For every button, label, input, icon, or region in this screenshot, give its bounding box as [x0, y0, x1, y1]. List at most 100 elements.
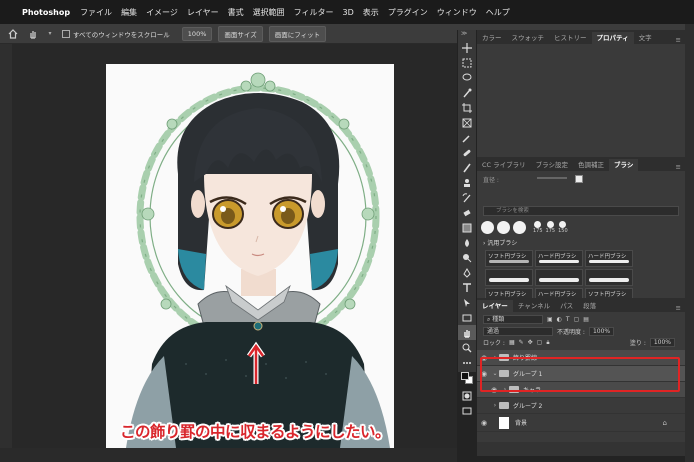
- pen-tool-icon[interactable]: [458, 265, 476, 280]
- brush-tip-large[interactable]: [481, 220, 494, 234]
- type-tool-icon[interactable]: [458, 280, 476, 295]
- foreground-color-swatch[interactable]: [461, 372, 469, 380]
- more-tools-icon[interactable]: [458, 355, 476, 370]
- brush-panel-menu-icon[interactable]: ≡: [676, 163, 685, 171]
- screen-mode-icon[interactable]: [458, 403, 476, 418]
- menu-window[interactable]: ウィンドウ: [437, 7, 477, 18]
- document-canvas[interactable]: [106, 64, 394, 448]
- dodge-tool-icon[interactable]: [458, 250, 476, 265]
- tab-layers[interactable]: レイヤー: [477, 300, 513, 312]
- lock-artboard-icon[interactable]: ▢: [537, 339, 543, 346]
- tab-paragraph[interactable]: 段落: [578, 300, 601, 312]
- brush-tip-large[interactable]: [497, 220, 510, 234]
- brush-search-input[interactable]: ブラシを検索: [483, 206, 679, 216]
- zoom-100-button[interactable]: 100%: [181, 26, 213, 41]
- layer-row[interactable]: ◉ 背景 ⌂: [477, 414, 685, 432]
- tab-brushes[interactable]: ブラシ: [609, 159, 639, 171]
- filter-shape-icon[interactable]: ▢: [574, 316, 580, 323]
- layer-row[interactable]: ◉ › グループ 2: [477, 398, 685, 414]
- tab-character[interactable]: 文字: [634, 32, 657, 44]
- marquee-tool-icon[interactable]: [458, 55, 476, 70]
- tab-history[interactable]: ヒストリー: [549, 32, 592, 44]
- hand-tool-icon[interactable]: [26, 27, 40, 41]
- menu-image[interactable]: イメージ: [146, 7, 178, 18]
- zoom-tool-icon[interactable]: [458, 340, 476, 355]
- brush-preset[interactable]: ハード円ブラシ: [585, 250, 633, 267]
- fill-field[interactable]: 100%: [649, 338, 675, 347]
- tab-color[interactable]: カラー: [477, 32, 507, 44]
- visibility-eye-icon[interactable]: ◉: [477, 419, 491, 427]
- layer-filter-select[interactable]: ⌕ 種類: [483, 314, 543, 324]
- quick-mask-icon[interactable]: [458, 388, 476, 403]
- brush-preset[interactable]: [485, 269, 533, 286]
- tab-adjustments[interactable]: 色調補正: [573, 159, 609, 171]
- path-selection-tool-icon[interactable]: [458, 295, 476, 310]
- new-brush-icon[interactable]: [575, 175, 583, 183]
- frame-tool-icon[interactable]: [458, 115, 476, 130]
- healing-brush-tool-icon[interactable]: [458, 145, 476, 160]
- expand-chevron-icon[interactable]: ›: [491, 402, 499, 409]
- home-icon[interactable]: [6, 27, 20, 41]
- brush-tool-icon[interactable]: [458, 160, 476, 175]
- tab-channels[interactable]: チャンネル: [513, 300, 555, 312]
- brush-preset[interactable]: ハード円ブラシ: [535, 250, 583, 267]
- tab-swatches[interactable]: スウォッチ: [507, 32, 550, 44]
- menu-filter[interactable]: フィルター: [294, 7, 334, 18]
- canvas-area[interactable]: この飾り罫の中に収まるようにしたい。: [12, 44, 457, 448]
- layers-panel-menu-icon[interactable]: ≡: [676, 304, 685, 312]
- app-menu[interactable]: Photoshop: [22, 8, 70, 17]
- tool-preset-chevron-icon[interactable]: ▾: [46, 27, 54, 41]
- fit-screen-button[interactable]: 画面サイズ: [218, 25, 263, 42]
- filter-adjust-icon[interactable]: ◐: [557, 316, 562, 323]
- opacity-field[interactable]: 100%: [588, 327, 615, 336]
- brush-size-slider[interactable]: [537, 177, 567, 179]
- menu-help[interactable]: ヘルプ: [486, 7, 510, 18]
- brush-preset[interactable]: ソフト円ブラシ: [485, 250, 533, 267]
- fill-screen-button[interactable]: 画面にフィット: [268, 25, 327, 42]
- menu-select[interactable]: 選択範囲: [253, 7, 285, 18]
- visibility-eye-icon[interactable]: ◉: [477, 402, 491, 410]
- lock-position-icon[interactable]: ✥: [528, 339, 533, 346]
- brush-preset[interactable]: [535, 269, 583, 286]
- tab-properties[interactable]: プロパティ: [591, 32, 634, 44]
- menu-view[interactable]: 表示: [363, 7, 379, 18]
- menu-plugins[interactable]: プラグイン: [388, 7, 428, 18]
- clone-stamp-tool-icon[interactable]: [458, 175, 476, 190]
- blend-mode-select[interactable]: 通過: [483, 327, 553, 336]
- lasso-tool-icon[interactable]: [458, 70, 476, 85]
- crop-tool-icon[interactable]: [458, 100, 476, 115]
- shape-tool-icon[interactable]: [458, 310, 476, 325]
- filter-type-icon[interactable]: T: [566, 316, 570, 323]
- tab-brush-settings[interactable]: ブラシ設定: [531, 159, 573, 171]
- filter-smart-icon[interactable]: ▤: [583, 316, 589, 323]
- lock-all-icon[interactable]: 🔒︎: [546, 339, 549, 347]
- eyedropper-tool-icon[interactable]: [458, 130, 476, 145]
- menu-file[interactable]: ファイル: [80, 7, 112, 18]
- brush-tip-item[interactable]: 175: [533, 220, 543, 234]
- scroll-all-windows-checkbox[interactable]: [62, 29, 70, 38]
- move-tool-icon[interactable]: [458, 40, 476, 55]
- lock-pixels-icon[interactable]: ▦: [509, 339, 515, 346]
- menu-type[interactable]: 書式: [228, 7, 244, 18]
- lock-paint-icon[interactable]: ✎: [519, 339, 524, 346]
- brush-group-header[interactable]: › 汎用ブラシ: [477, 238, 685, 248]
- blur-tool-icon[interactable]: [458, 235, 476, 250]
- tab-cc-libraries[interactable]: CC ライブラリ: [477, 159, 531, 171]
- panel-menu-icon[interactable]: ≡: [676, 36, 685, 44]
- quick-select-tool-icon[interactable]: [458, 85, 476, 100]
- color-swatches[interactable]: [458, 370, 476, 388]
- toolbar-header[interactable]: ≫: [458, 30, 476, 40]
- tab-paths[interactable]: パス: [555, 300, 578, 312]
- brush-tip-large[interactable]: [513, 220, 526, 234]
- menu-3d[interactable]: 3D: [343, 8, 354, 17]
- brush-tip-item[interactable]: 175: [546, 220, 555, 234]
- eraser-tool-icon[interactable]: [458, 205, 476, 220]
- menu-layer[interactable]: レイヤー: [187, 7, 219, 18]
- brush-tip-item[interactable]: 150: [558, 220, 568, 234]
- gradient-tool-icon[interactable]: [458, 220, 476, 235]
- filter-pixel-icon[interactable]: ▣: [547, 316, 553, 323]
- history-brush-tool-icon[interactable]: [458, 190, 476, 205]
- menu-edit[interactable]: 編集: [121, 7, 137, 18]
- brush-preset[interactable]: [585, 269, 633, 286]
- hand-tool-icon[interactable]: [458, 325, 476, 340]
